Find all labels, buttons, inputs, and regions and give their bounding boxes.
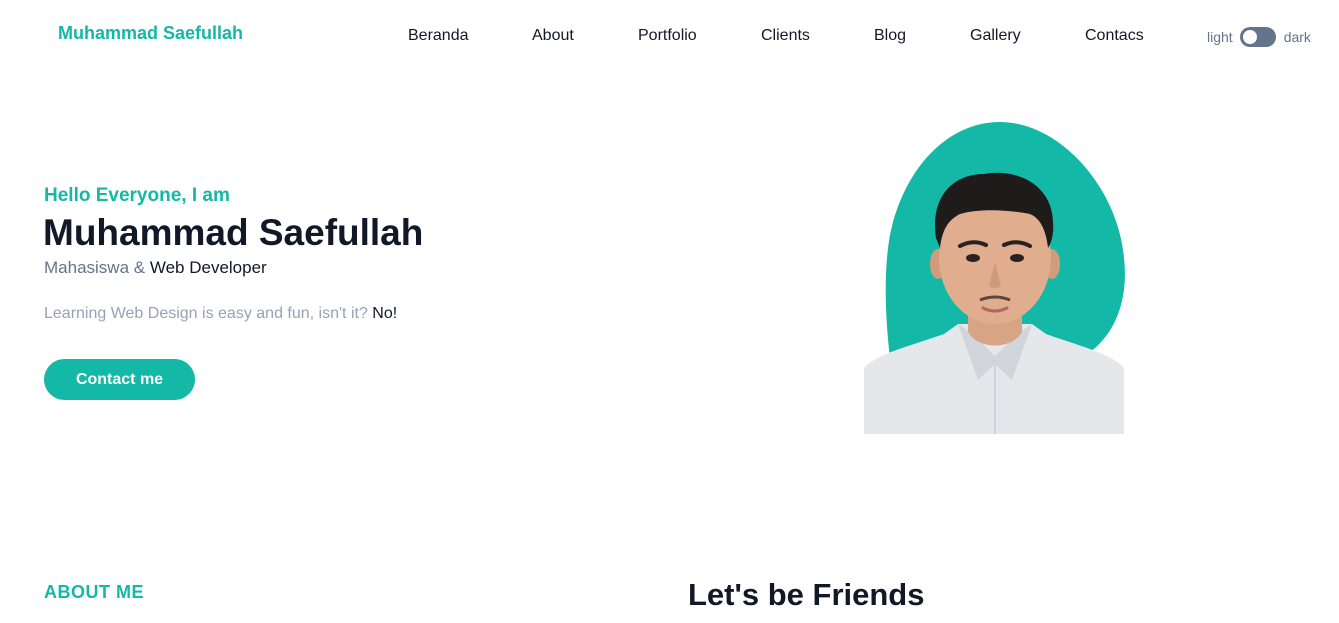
hero-role-prefix: Mahasiswa &: [44, 258, 146, 277]
nav-link-portfolio[interactable]: Portfolio: [638, 27, 697, 45]
hero-role: Mahasiswa & Web Developer: [44, 258, 267, 278]
hero-tagline-accent: No!: [372, 305, 398, 322]
theme-dark-label: dark: [1283, 29, 1311, 45]
hero-tagline-text: Learning Web Design is easy and fun, isn…: [44, 305, 368, 322]
hero-name: Muhammad Saefullah: [43, 212, 424, 253]
hero-role-accent: Web Developer: [149, 258, 267, 277]
dark-mode-switch[interactable]: [1239, 27, 1276, 47]
navbar: Muhammad Saefullah Beranda About Portfol…: [0, 0, 1339, 72]
switch-knob: [1242, 30, 1257, 44]
brand-logo-link[interactable]: Muhammad Saefullah: [58, 23, 243, 44]
lets-be-friends-heading: Let's be Friends: [688, 577, 925, 612]
nav-link-gallery[interactable]: Gallery: [970, 27, 1021, 45]
nav-link-clients[interactable]: Clients: [761, 27, 810, 45]
nav-link-about[interactable]: About: [532, 27, 574, 45]
nav-link-beranda[interactable]: Beranda: [408, 27, 469, 45]
contact-me-button[interactable]: Contact me: [44, 359, 195, 400]
nav-link-blog[interactable]: Blog: [874, 27, 906, 45]
theme-toggle: light dark: [1207, 26, 1311, 48]
about-me-heading: ABOUT ME: [44, 582, 144, 602]
hero-greeting: Hello Everyone, I am: [44, 185, 230, 206]
hero-tagline: Learning Web Design is easy and fun, isn…: [44, 305, 397, 323]
profile-photo: [864, 122, 1125, 434]
theme-light-label: light: [1207, 29, 1233, 45]
nav-link-contacs[interactable]: Contacs: [1085, 27, 1144, 45]
